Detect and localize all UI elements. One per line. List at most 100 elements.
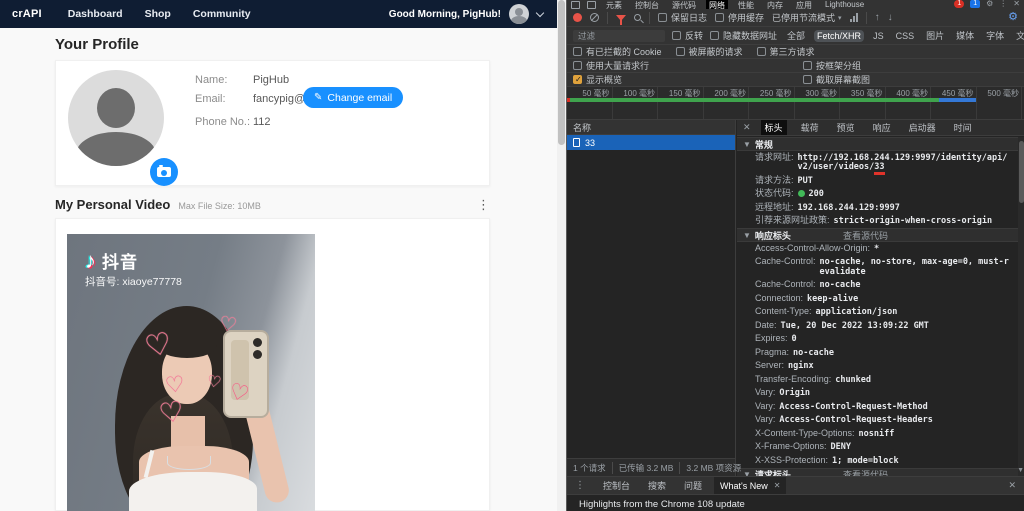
resource-type-chip[interactable]: 字体 — [983, 28, 1007, 43]
app-scrollbar[interactable] — [557, 0, 566, 511]
details-tab[interactable]: 载荷 — [797, 120, 823, 135]
more-options-icon[interactable]: ⋮ — [999, 0, 1007, 8]
filter-funnel-icon[interactable] — [616, 14, 626, 25]
headers-detail-body[interactable]: ▼ 常规 请求网址: http://192.168.244.129:9997/i… — [737, 137, 1018, 476]
settings-gear-icon[interactable]: ⚙ — [986, 0, 993, 8]
nav-link[interactable]: Community — [193, 8, 251, 20]
details-tab[interactable]: 标头 — [760, 120, 787, 135]
phone-value: 112 — [253, 116, 271, 128]
header-value: no-cache, no-store, max-age=0, must-reva… — [819, 257, 1009, 277]
hide-data-urls-checkbox[interactable]: 隐藏数据网址 — [710, 29, 777, 42]
nav-user-area[interactable]: Good Morning, PigHub! — [389, 4, 545, 24]
response-headers-title: 响应标头 — [754, 230, 791, 241]
error-count-badge[interactable]: 1 — [954, 0, 965, 8]
record-icon[interactable] — [573, 13, 582, 22]
devtools-tab[interactable]: 网络 — [706, 0, 728, 9]
header-row: Server: nginx — [737, 360, 1018, 374]
request-list-name-header[interactable]: 名称 — [567, 120, 735, 135]
resource-type-chip[interactable]: 全部 — [784, 28, 808, 43]
devtools-tab[interactable]: 内存 — [764, 0, 786, 9]
capture-screenshots-checkbox[interactable]: 截取屏幕截图 — [803, 73, 870, 86]
issues-count-badge[interactable]: 1 — [970, 0, 981, 8]
devtools-tab[interactable]: 元素 — [603, 0, 625, 9]
resource-type-chip[interactable]: Fetch/XHR — [814, 29, 865, 42]
chevron-down-icon[interactable] — [535, 8, 545, 17]
response-headers-section-header[interactable]: ▼ 响应标头 查看源代码 — [737, 228, 1018, 242]
header-row: Connection: keep-alive — [737, 292, 1018, 306]
drawer-tab[interactable]: 搜索 — [642, 477, 672, 494]
video-section-title: My Personal Video — [55, 197, 171, 212]
whats-new-content[interactable]: Highlights from the Chrome 108 update — [567, 495, 1024, 511]
user-avatar[interactable] — [509, 4, 529, 24]
devtools-tab[interactable]: 性能 — [735, 0, 757, 9]
close-drawer-icon[interactable]: ✕ — [1008, 480, 1016, 491]
view-source-link[interactable]: 查看源代码 — [843, 468, 888, 476]
details-tab[interactable]: 响应 — [869, 120, 895, 135]
details-tab[interactable]: 预览 — [833, 120, 859, 135]
details-tab[interactable]: 时间 — [950, 120, 976, 135]
cookie-filter-checkbox[interactable]: 第三方请求 — [756, 45, 815, 58]
phone-row: Phone No.: 112 — [195, 116, 271, 128]
header-value: 1; mode=block — [832, 455, 899, 466]
change-picture-button[interactable] — [150, 158, 178, 186]
throttling-select[interactable]: 已停用节流模式 ▾ — [772, 11, 842, 24]
nav-link[interactable]: Shop — [145, 8, 171, 20]
video-thumbnail[interactable]: 抖音 抖音号: xiaoye77778 — [67, 234, 315, 511]
preserve-log-checkbox[interactable]: 保留日志 — [658, 11, 707, 24]
invert-checkbox[interactable]: 反转 — [672, 29, 703, 42]
crapi-app-pane: crAPI Dashboard Shop Community Good Mornin… — [0, 0, 557, 511]
request-row-selected[interactable]: 33 — [567, 135, 735, 150]
app-brand[interactable]: crAPI — [12, 8, 42, 20]
drawer-tab[interactable]: 问题 — [678, 477, 708, 494]
network-settings-gear-icon[interactable]: ⚙ — [1008, 12, 1018, 23]
show-overview-checkbox[interactable]: 显示概览 — [573, 73, 622, 86]
header-row: X-XSS-Protection: 1; mode=block — [737, 454, 1018, 468]
filter-input[interactable] — [573, 29, 665, 42]
request-headers-section-header[interactable]: ▼ 请求标头 查看源代码 — [737, 467, 1018, 476]
drawer-more-icon[interactable]: ⋮ — [575, 480, 585, 491]
big-request-rows-checkbox[interactable]: 使用大量请求行 — [573, 59, 649, 72]
resource-type-chip[interactable]: JS — [870, 30, 887, 42]
scroll-down-arrow-icon[interactable]: ▼ — [1017, 467, 1024, 474]
nav-link[interactable]: Dashboard — [68, 8, 123, 20]
export-har-icon[interactable]: ↓ — [888, 12, 893, 23]
max-file-size-label: Max File Size: 10MB — [178, 201, 261, 211]
resource-type-chip[interactable]: CSS — [893, 30, 918, 42]
cookie-filter-checkbox[interactable]: 被屏蔽的请求 — [675, 45, 743, 58]
drawer-tab[interactable]: What's New — [714, 477, 787, 494]
details-tab[interactable]: 启动器 — [905, 120, 940, 135]
close-devtools-icon[interactable]: ✕ — [1013, 0, 1020, 8]
view-source-link[interactable]: 查看源代码 — [843, 229, 888, 242]
request-details-pane: ✕ 标头 载荷 预览 响应 启动器 时间 ▼ 常规 请求网址: http://192.16… — [737, 120, 1024, 476]
app-scrollbar-thumb[interactable] — [558, 0, 565, 145]
video-menu-kebab-icon[interactable]: ⋮ — [477, 198, 490, 211]
details-scrollbar[interactable]: ▼ — [1017, 137, 1024, 476]
details-scrollbar-thumb[interactable] — [1019, 141, 1024, 203]
devtools-tab[interactable]: 控制台 — [632, 0, 662, 9]
resource-type-chip[interactable]: 媒体 — [953, 28, 977, 43]
cookie-filter-label: 被屏蔽的请求 — [688, 47, 743, 57]
resource-type-chip[interactable]: 图片 — [923, 28, 947, 43]
general-section-header[interactable]: ▼ 常规 — [737, 137, 1018, 151]
resource-type-chip[interactable]: 文档 — [1013, 28, 1024, 43]
import-har-icon[interactable]: ↑ — [875, 12, 880, 23]
clear-icon[interactable] — [590, 13, 599, 22]
cookie-filter-checkbox[interactable]: 有已拦截的 Cookie — [573, 45, 662, 58]
disclosure-triangle-icon: ▼ — [743, 139, 751, 149]
document-icon — [573, 138, 580, 147]
timeline-tick-label: 300 毫秒 — [795, 87, 840, 119]
network-overview-timeline[interactable]: 50 毫秒 100 毫秒 150 毫秒 200 毫秒 250 毫秒 300 毫秒 350 毫… — [567, 87, 1024, 120]
drawer-tab[interactable]: 控制台 — [597, 477, 636, 494]
devtools-tab[interactable]: 应用 — [793, 0, 815, 9]
disable-cache-checkbox[interactable]: 停用缓存 — [715, 11, 764, 24]
search-icon[interactable] — [634, 14, 641, 21]
header-row: Cache-Control: no-cache, no-store, max-a… — [737, 256, 1018, 279]
change-email-button[interactable]: ✎ Change email — [303, 87, 404, 108]
network-conditions-icon[interactable] — [849, 13, 858, 22]
group-by-frame-checkbox[interactable]: 按框架分组 — [803, 59, 861, 72]
device-toolbar-icon[interactable] — [587, 1, 596, 9]
inspect-icon[interactable] — [571, 1, 580, 9]
devtools-tab[interactable]: Lighthouse — [822, 0, 867, 9]
devtools-tab[interactable]: 源代码 — [669, 0, 699, 9]
close-details-icon[interactable]: ✕ — [743, 122, 751, 133]
